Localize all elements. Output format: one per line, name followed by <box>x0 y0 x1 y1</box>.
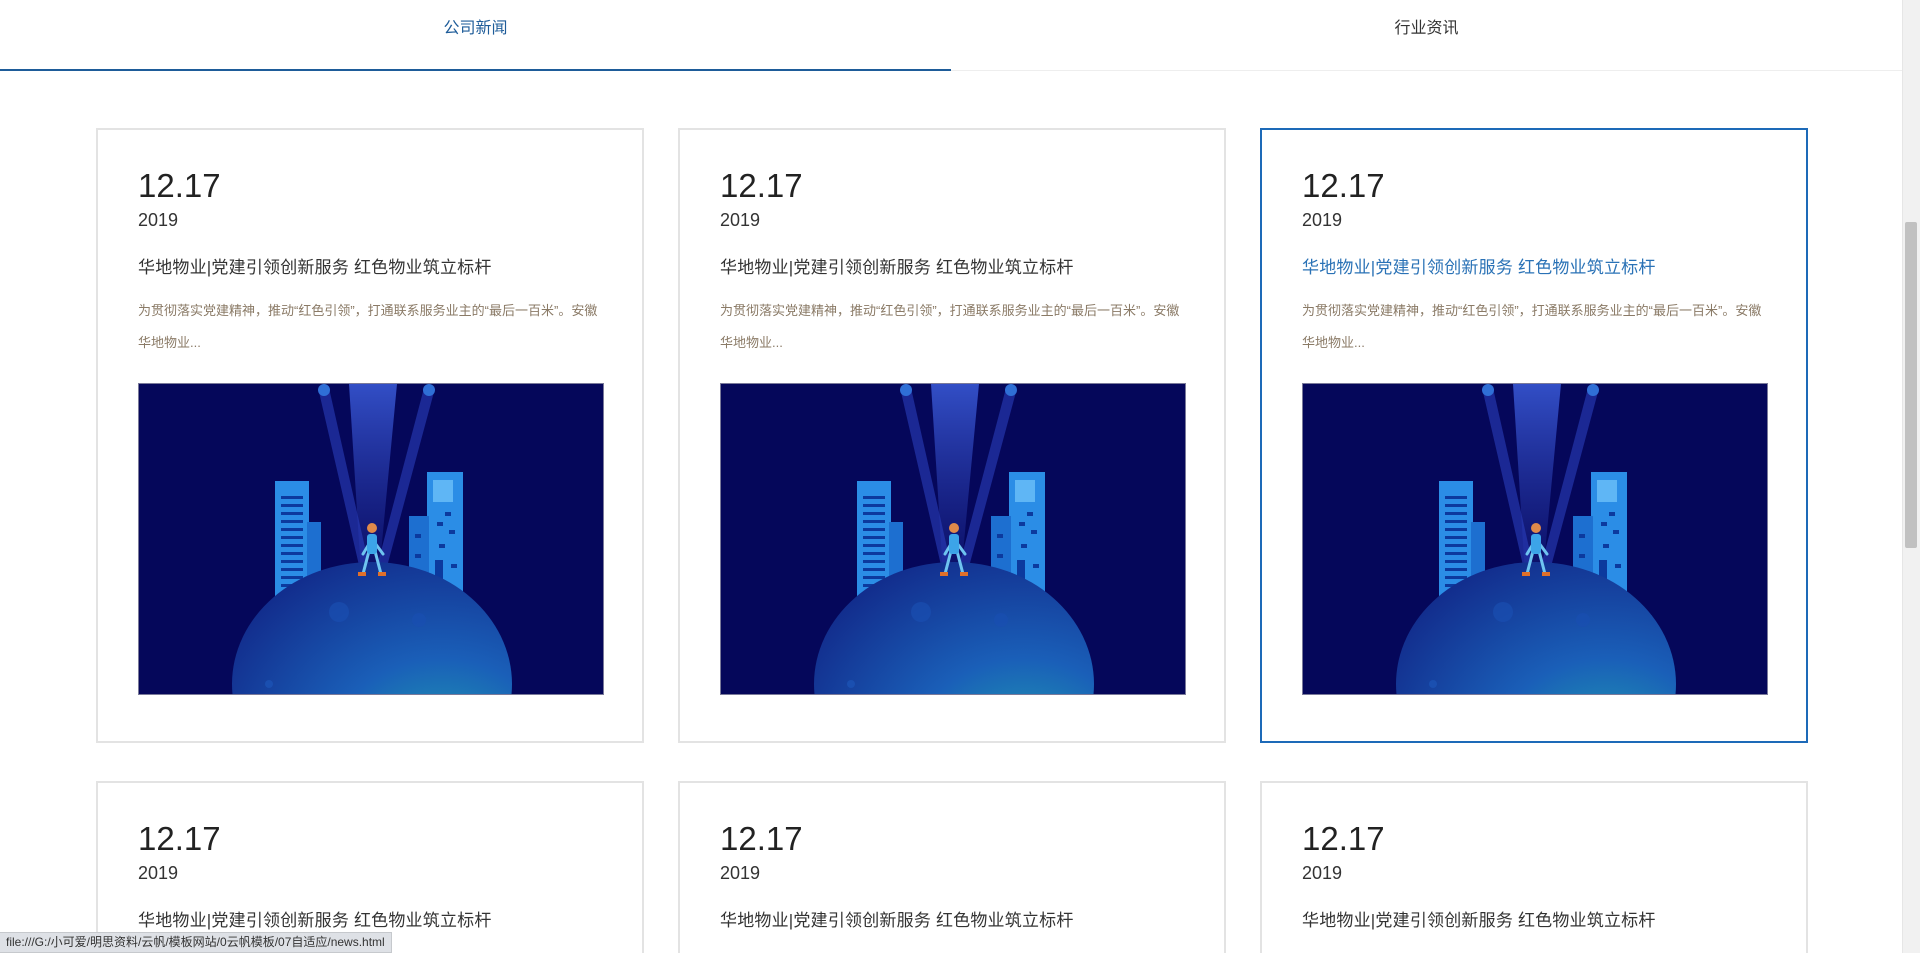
news-tabs: 公司新闻 行业资讯 <box>0 0 1902 71</box>
city-spotlight-illustration <box>1303 384 1767 694</box>
news-card[interactable]: 12.17 2019 华地物业|党建引领创新服务 红色物业筑立标杆 <box>678 781 1226 953</box>
city-spotlight-illustration <box>721 384 1185 694</box>
news-title[interactable]: 华地物业|党建引领创新服务 红色物业筑立标杆 <box>720 253 1184 278</box>
news-image[interactable] <box>1302 383 1768 695</box>
news-year: 2019 <box>138 863 179 883</box>
news-title[interactable]: 华地物业|党建引领创新服务 红色物业筑立标杆 <box>720 906 1184 931</box>
news-date: 12.17 <box>138 820 221 857</box>
news-image[interactable] <box>138 383 604 695</box>
news-year: 2019 <box>720 210 761 230</box>
news-title[interactable]: 华地物业|党建引领创新服务 红色物业筑立标杆 <box>138 253 602 278</box>
news-card[interactable]: 12.17 2019 华地物业|党建引领创新服务 红色物业筑立标杆 <box>96 781 644 953</box>
news-year: 2019 <box>1302 863 1343 883</box>
news-year: 2019 <box>138 210 179 230</box>
news-summary: 为贯彻落实党建精神，推动“红色引领”，打通联系服务业主的“最后一百米”。安徽华地… <box>720 303 1180 350</box>
news-date: 12.17 <box>720 820 803 857</box>
news-card-hovered[interactable]: 12.17 2019 华地物业|党建引领创新服务 红色物业筑立标杆 为贯彻落实党… <box>1260 128 1808 743</box>
news-date: 12.17 <box>1302 167 1385 204</box>
news-date: 12.17 <box>720 167 803 204</box>
news-title[interactable]: 华地物业|党建引领创新服务 红色物业筑立标杆 <box>138 906 602 931</box>
tab-label: 公司新闻 <box>443 20 508 37</box>
news-card[interactable]: 12.17 2019 华地物业|党建引领创新服务 红色物业筑立标杆 为贯彻落实党… <box>96 128 644 743</box>
news-date: 12.17 <box>1302 820 1385 857</box>
news-image[interactable] <box>720 383 1186 695</box>
tab-label: 行业资讯 <box>1394 20 1459 37</box>
news-year: 2019 <box>720 863 761 883</box>
news-summary: 为贯彻落实党建精神，推动“红色引领”，打通联系服务业主的“最后一百米”。安徽华地… <box>1302 303 1762 350</box>
news-card[interactable]: 12.17 2019 华地物业|党建引领创新服务 红色物业筑立标杆 为贯彻落实党… <box>678 128 1226 743</box>
news-title[interactable]: 华地物业|党建引领创新服务 红色物业筑立标杆 <box>1302 906 1766 931</box>
news-date: 12.17 <box>138 167 221 204</box>
news-card[interactable]: 12.17 2019 华地物业|党建引领创新服务 红色物业筑立标杆 <box>1260 781 1808 953</box>
tab-industry-news[interactable]: 行业资讯 <box>951 0 1902 70</box>
browser-status-url: file:///G:/小可爱/明思资料/云帆/模板网站/0云帆模板/07自适应/… <box>0 932 392 953</box>
news-year: 2019 <box>1302 210 1343 230</box>
news-grid: 12.17 2019 华地物业|党建引领创新服务 红色物业筑立标杆 为贯彻落实党… <box>96 128 1808 953</box>
city-spotlight-illustration <box>139 384 603 694</box>
scrollbar-thumb[interactable] <box>1905 222 1917 548</box>
tab-company-news[interactable]: 公司新闻 <box>0 0 951 71</box>
news-summary: 为贯彻落实党建精神，推动“红色引领”，打通联系服务业主的“最后一百米”。安徽华地… <box>138 303 598 350</box>
vertical-scrollbar[interactable] <box>1902 0 1920 953</box>
news-title[interactable]: 华地物业|党建引领创新服务 红色物业筑立标杆 <box>1302 253 1766 278</box>
